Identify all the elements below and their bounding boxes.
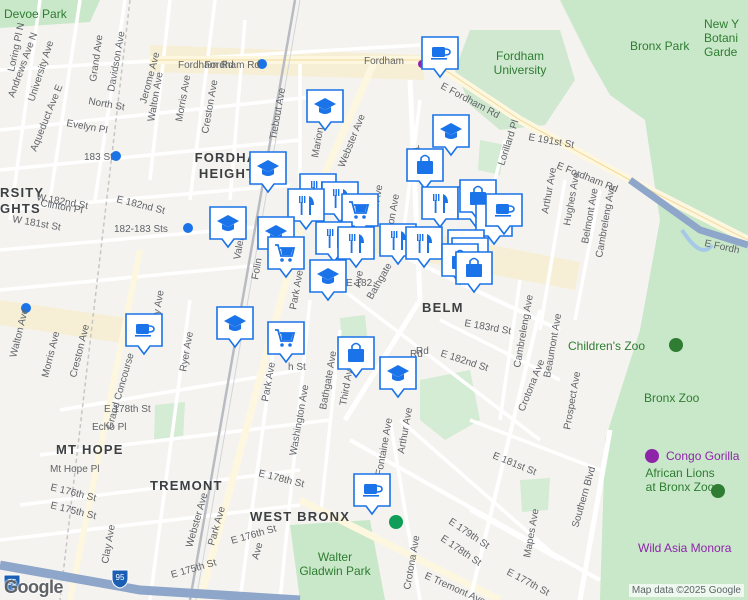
grid-24: [469, 418, 601, 472]
neighborhood-line: MT HOPE: [56, 442, 124, 457]
map-pin-school[interactable]: [306, 89, 344, 132]
street-label: Mapes Ave: [522, 508, 541, 559]
poi-label-devoe-park[interactable]: Devoe Park: [4, 7, 68, 21]
poi-label-fordham-university[interactable]: Fordham University: [494, 49, 547, 77]
poi-label-congo-gorilla[interactable]: Congo Gorilla: [666, 449, 740, 463]
street-label: Morris Ave: [40, 330, 62, 379]
shield-label: 95: [116, 573, 125, 582]
street-label: 182-183 Sts: [114, 224, 168, 235]
poi-label-bronx-park[interactable]: Bronx Park: [630, 39, 690, 53]
interstate-shield: 95: [111, 569, 129, 589]
street-label: Ave: [250, 541, 265, 561]
street-label: W 181st St: [11, 214, 61, 233]
street-label: Rd: [416, 346, 429, 357]
street-label: E 181st St: [491, 451, 538, 479]
street-label: Mt Hope Pl: [50, 464, 99, 475]
street-label: Fontaine Ave: [374, 417, 395, 477]
google-logo: Google: [4, 577, 64, 597]
street-label: Fordham: [364, 56, 404, 67]
transit-182-183-sts[interactable]: [183, 223, 193, 233]
street-label: Morris Ave: [174, 74, 193, 123]
neighborhood-line: WEST BRONX: [250, 509, 350, 524]
street-label: Washington Ave: [288, 384, 311, 457]
street-label: E 178th St: [104, 404, 151, 415]
poi-label-ny-botanical[interactable]: New Y Botani Garde: [704, 17, 739, 59]
small-park-3: [154, 402, 185, 442]
street-label: Ryer Ave: [178, 330, 196, 372]
street-label: Marion: [310, 126, 326, 158]
street-label: Arthur Ave: [540, 166, 559, 214]
congo-gorilla-marker[interactable]: [645, 449, 659, 463]
neighborhood-line: TREMONT: [150, 478, 223, 493]
poi-label-line: Gladwin Park: [299, 564, 371, 578]
street-label: Fordham Rd: [178, 60, 234, 71]
street-label: Park Ave: [206, 505, 228, 547]
street-label: Hughes Ave: [562, 171, 582, 226]
poi-label-line: University: [494, 63, 547, 77]
neighborhood-label-mt-hope: MT HOPE: [56, 442, 124, 457]
map-pin-coffee[interactable]: [125, 313, 163, 356]
poi-label-line: New Y: [704, 17, 739, 31]
street-label: h St: [288, 362, 306, 373]
map-pin-school[interactable]: [216, 306, 254, 349]
bronx-park-area: [560, 0, 748, 600]
map-pin-school[interactable]: [309, 259, 347, 302]
poi-label-line: Botani: [704, 31, 738, 45]
neighborhood-label-belmont: BELM: [422, 300, 464, 315]
pin-frame: [421, 186, 459, 229]
map-pin-coffee[interactable]: [353, 473, 391, 516]
poi-label-line: Fordham: [496, 49, 544, 63]
street-label: E 177th St: [505, 567, 552, 599]
street-label: Prospect Ave: [562, 370, 583, 430]
map-pin-school[interactable]: [379, 356, 417, 399]
neighborhood-label-west-bronx: WEST BRONX: [250, 509, 350, 524]
poi-label-line: Garde: [704, 45, 738, 59]
poi-label-wild-asia[interactable]: Wild Asia Monora: [638, 541, 732, 555]
poi-label-childrens-zoo[interactable]: Children's Zoo: [568, 339, 645, 353]
neighborhood-line: BELM: [422, 300, 464, 315]
map-canvas[interactable]: FORDHAM HEIGHTSMT HOPETREMONTWEST BRONXBE…: [0, 0, 748, 600]
poi-label-african-lions[interactable]: African Lions at Bronx Zoo: [645, 466, 714, 494]
map-attribution[interactable]: Map data ©2025 Google: [628, 584, 744, 597]
street-label: North St: [87, 96, 125, 113]
poi-label-line: Walter: [318, 550, 352, 564]
street-label: Folin: [250, 257, 265, 280]
crotona-park-area: [420, 370, 480, 440]
neighborhood-line: GHTS: [0, 201, 41, 216]
street-label: Tiebout Ave: [268, 87, 288, 141]
neighborhood-label-tremont: TREMONT: [150, 478, 223, 493]
childrens-zoo-marker[interactable]: [669, 338, 683, 352]
map-pin-shopping[interactable]: [455, 251, 493, 294]
map-pin-restaurant[interactable]: [421, 186, 459, 229]
street-label: Grand Ave: [88, 34, 106, 83]
poi-label-bronx-zoo[interactable]: Bronx Zoo: [644, 391, 700, 405]
street-label: 183 St: [84, 152, 113, 163]
small-park-4: [520, 478, 550, 512]
street-label: Echo Pl: [92, 422, 126, 433]
poi-label-line: African Lions: [645, 466, 714, 480]
transit-east-tremont[interactable]: [389, 515, 403, 529]
poi-label-line: at Bronx Zoo: [646, 480, 715, 494]
